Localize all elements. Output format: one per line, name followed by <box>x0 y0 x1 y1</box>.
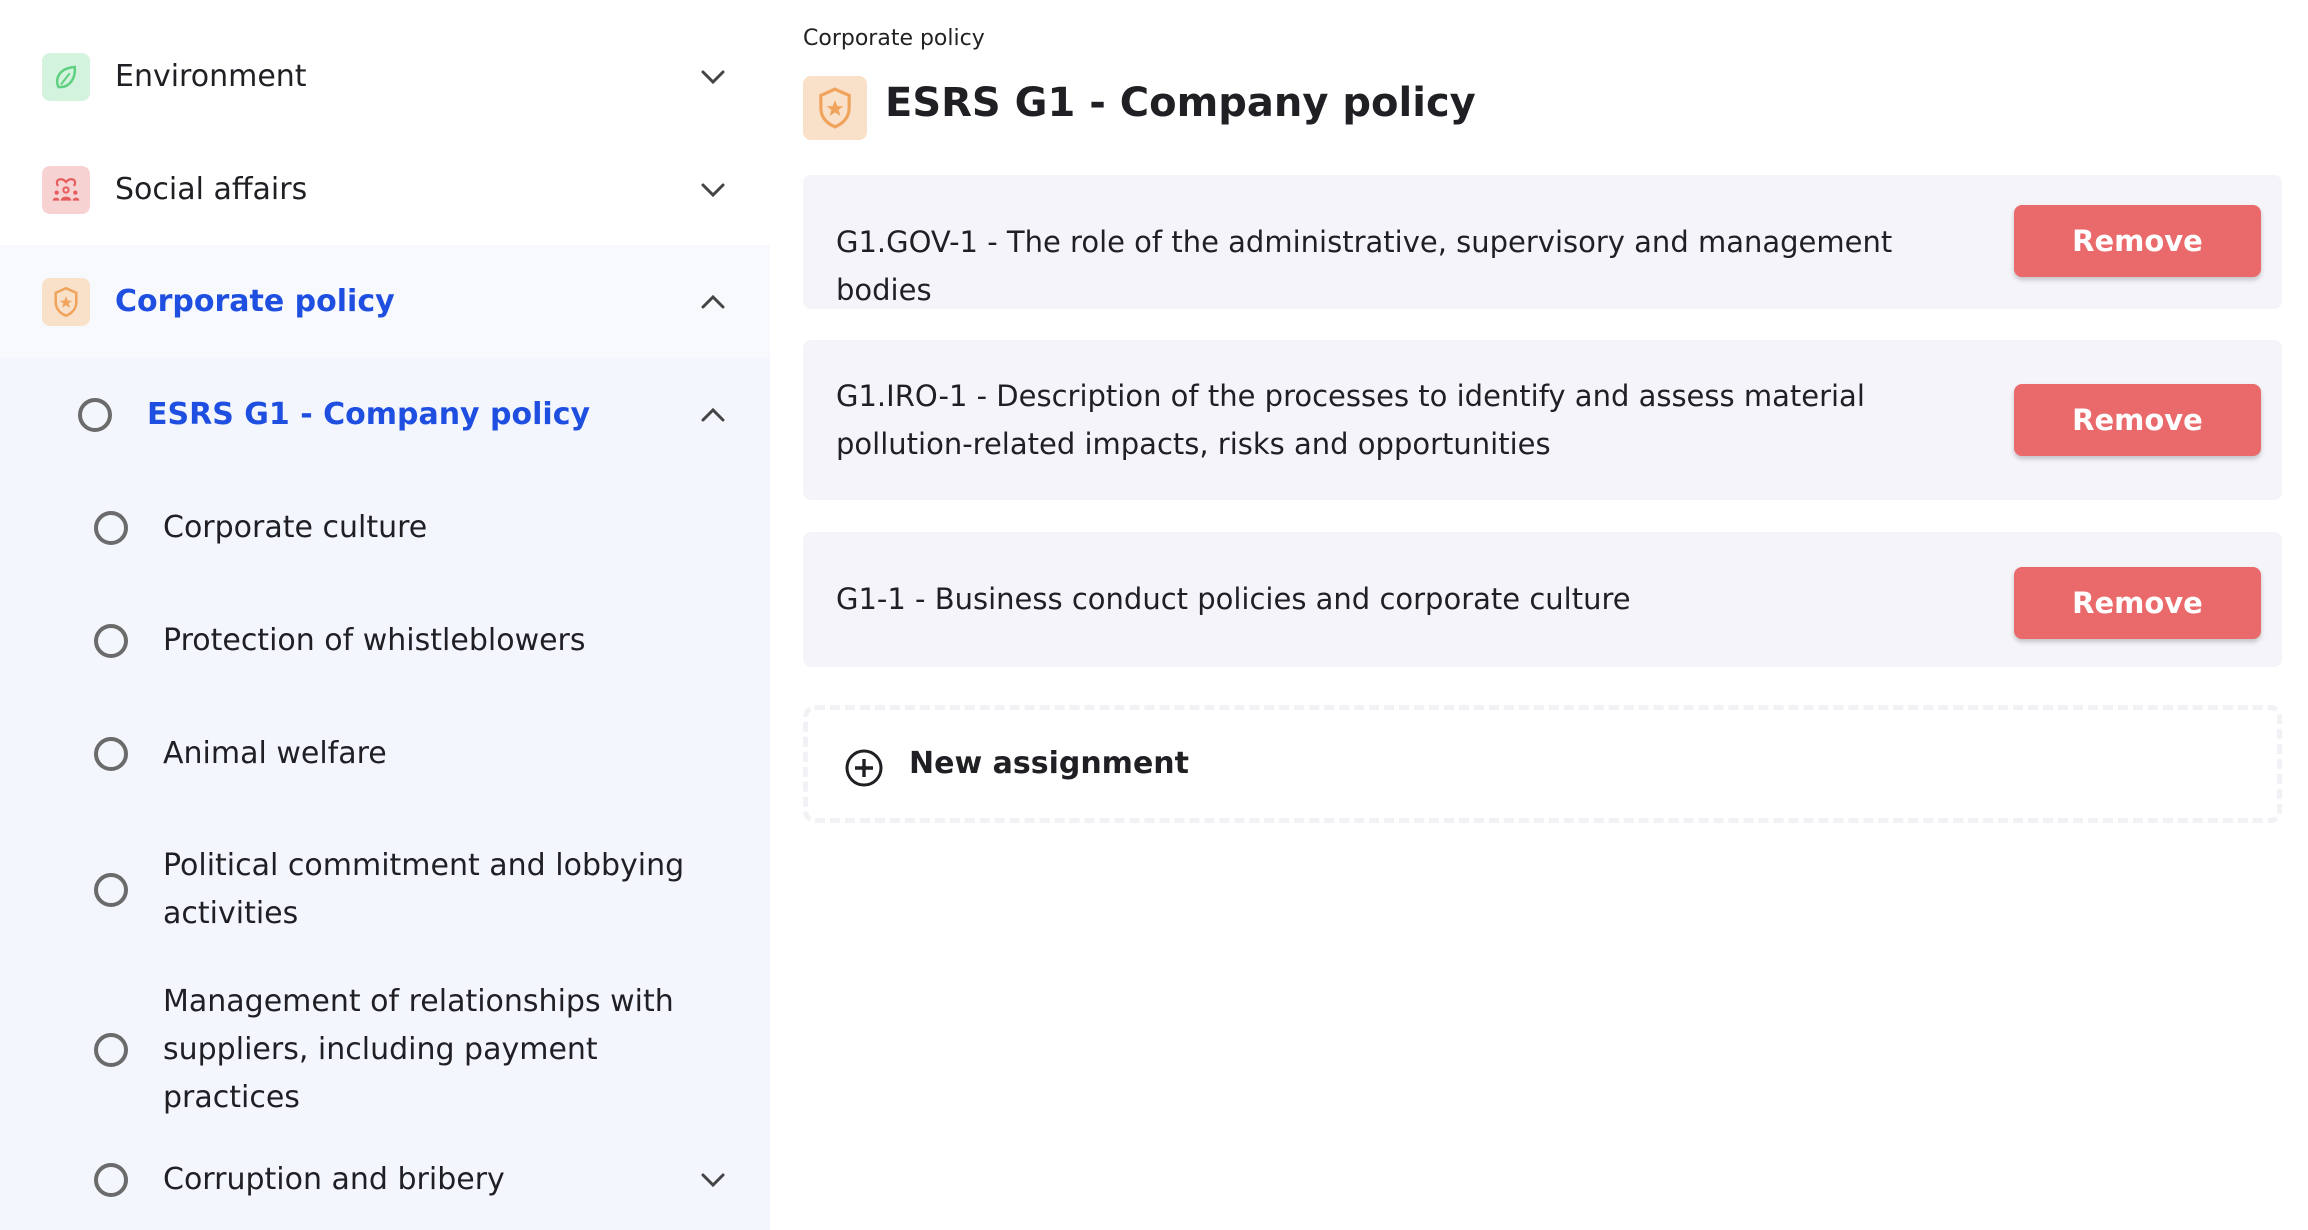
shield-star-icon <box>803 76 867 140</box>
sidebar-category-corporate-policy[interactable]: Corporate policy <box>0 245 770 358</box>
plus-circle-icon <box>844 748 884 792</box>
assignment-text: G1.GOV-1 - The role of the administrativ… <box>836 225 1893 307</box>
sidebar-category-label: Corporate policy <box>115 284 395 319</box>
leaf-icon <box>42 52 90 101</box>
chevron-down-icon[interactable] <box>698 1165 728 1195</box>
radio-icon[interactable] <box>94 873 128 907</box>
breadcrumb[interactable]: Corporate policy <box>803 26 985 51</box>
people-icon <box>42 165 90 214</box>
sidebar-topic-corporate-culture[interactable]: Corporate culture <box>0 471 770 584</box>
new-assignment-button[interactable]: New assignment <box>803 705 2282 823</box>
sidebar-topic-label: Protection of whistleblowers <box>163 622 586 658</box>
sidebar-standard-label: ESRS G1 - Company policy <box>147 396 591 432</box>
remove-button[interactable]: Remove <box>2014 205 2261 277</box>
radio-icon[interactable] <box>94 623 128 658</box>
sidebar-category-social-affairs[interactable]: Social affairs <box>0 133 770 246</box>
sidebar-topic-corruption-and-bribery[interactable]: Corruption and bribery <box>0 1130 770 1230</box>
sidebar-topic-supplier-relationships[interactable]: Management of relationships with supplie… <box>0 970 770 1130</box>
assignment-card: G1.IRO-1 - Description of the processes … <box>803 340 2282 500</box>
sidebar-topic-label: Political commitment and lobbying activi… <box>163 848 685 931</box>
sidebar-standard-esrs-g1[interactable]: ESRS G1 - Company policy <box>0 358 770 471</box>
sidebar-category-environment[interactable]: Environment <box>0 20 770 133</box>
sidebar-category-label: Social affairs <box>115 172 308 207</box>
sidebar-topic-label: Animal welfare <box>163 735 387 771</box>
sidebar: Environment Social affairs Corporate pol… <box>0 0 770 1230</box>
page-title: ESRS G1 - Company policy <box>885 80 1476 126</box>
assignment-text: G1-1 - Business conduct policies and cor… <box>836 582 1631 616</box>
sidebar-topic-label: Management of relationships with supplie… <box>163 984 674 1115</box>
radio-icon[interactable] <box>78 397 112 432</box>
radio-icon[interactable] <box>94 736 128 771</box>
assignment-card: G1.GOV-1 - The role of the administrativ… <box>803 175 2282 309</box>
sidebar-topic-animal-welfare[interactable]: Animal welfare <box>0 697 770 810</box>
new-assignment-label: New assignment <box>909 746 1189 781</box>
sidebar-topic-label: Corporate culture <box>163 509 428 545</box>
radio-icon[interactable] <box>94 510 128 545</box>
radio-icon[interactable] <box>94 1033 128 1067</box>
sidebar-topic-political-commitment[interactable]: Political commitment and lobbying activi… <box>0 810 770 970</box>
radio-icon[interactable] <box>94 1163 128 1197</box>
remove-button[interactable]: Remove <box>2014 567 2261 639</box>
chevron-down-icon[interactable] <box>698 62 728 92</box>
assignment-card: G1-1 - Business conduct policies and cor… <box>803 532 2282 667</box>
chevron-up-icon[interactable] <box>698 400 728 430</box>
shield-star-icon <box>42 277 90 326</box>
remove-button[interactable]: Remove <box>2014 384 2261 456</box>
chevron-down-icon[interactable] <box>698 175 728 205</box>
assignment-text: G1.IRO-1 - Description of the processes … <box>836 379 1865 461</box>
sidebar-subtree: ESRS G1 - Company policy Corporate cultu… <box>0 358 770 1230</box>
sidebar-category-label: Environment <box>115 59 307 94</box>
chevron-up-icon[interactable] <box>698 287 728 317</box>
sidebar-topic-label: Corruption and bribery <box>163 1162 505 1197</box>
sidebar-topic-protection-of-whistleblowers[interactable]: Protection of whistleblowers <box>0 584 770 697</box>
